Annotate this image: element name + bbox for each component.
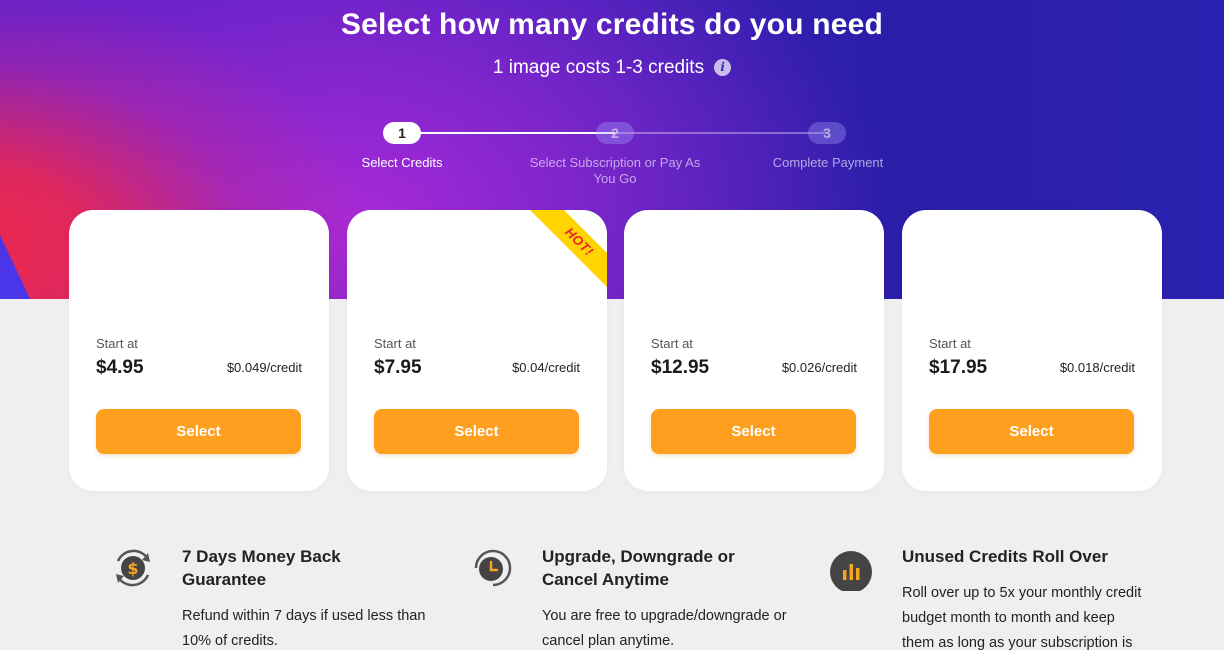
bar-chart-icon — [830, 545, 876, 593]
feature-title: 7 Days Money Back Guarantee — [182, 545, 422, 591]
price-per-credit: $0.026/credit — [781, 360, 857, 375]
plan-price: $7.95 — [374, 357, 422, 378]
clock-icon — [470, 545, 516, 591]
select-button[interactable]: Select — [374, 409, 579, 454]
credits-unit: Credits — [707, 259, 755, 276]
step-1-indicator: 1 — [383, 122, 421, 144]
plan-credits: 1000 Credits — [929, 246, 1049, 280]
plan-credits: 500 Credits — [651, 246, 755, 280]
info-icon[interactable]: i — [714, 59, 732, 76]
select-button[interactable]: Select — [96, 409, 301, 454]
start-at-label: Start at — [929, 336, 971, 351]
credits-amount: 500 — [651, 246, 702, 279]
svg-text:$: $ — [127, 559, 138, 578]
credits-amount: 200 — [374, 246, 425, 279]
start-at-label: Start at — [374, 336, 416, 351]
plan-credits: 200 Credits — [374, 246, 478, 280]
feature-text-line: them as long as your subscription is — [902, 635, 1133, 650]
stepper-progress — [402, 132, 615, 134]
plan-card-1000[interactable]: 1000 Credits Start at $17.95 $0.018/credi… — [902, 210, 1162, 491]
feature-title-line: Guarantee — [182, 570, 267, 589]
step-1-label: Select Credits — [361, 155, 443, 170]
select-button[interactable]: Select — [929, 409, 1134, 454]
step-3-indicator: 3 — [808, 122, 846, 144]
feature-title: Unused Credits Roll Over — [902, 545, 1142, 568]
start-at-label: Start at — [96, 336, 138, 351]
step-3-label: Complete Payment — [772, 155, 884, 170]
page-title: Select how many credits do you need — [340, 8, 884, 41]
feature-text-line: You are free to upgrade/downgrade or — [542, 608, 787, 624]
feature-title-line: 7 Days Money Back — [182, 547, 341, 566]
feature-text-line: budget month to month and keep — [902, 610, 1115, 626]
feature-title-line: Unused Credits Roll Over — [902, 547, 1108, 566]
credits-amount: 100 — [96, 246, 147, 279]
hero-decoration — [0, 235, 30, 299]
plan-price: $17.95 — [929, 357, 988, 378]
price-per-credit: $0.049/credit — [226, 360, 302, 375]
price-per-credit: $0.04/credit — [512, 360, 580, 375]
credits-unit: Credits — [152, 259, 200, 276]
credits-unit: Credits — [430, 259, 478, 276]
feature-text-line: 10% of credits. — [182, 633, 278, 649]
feature-title: Upgrade, Downgrade or Cancel Anytime — [542, 545, 782, 591]
credits-unit: Credits — [1001, 259, 1050, 276]
feature-description: Roll over up to 5x your monthly credit b… — [902, 581, 1162, 650]
feature-title-line: Cancel Anytime — [542, 570, 669, 589]
feature-text-line: Refund within 7 days if used less than — [182, 608, 426, 624]
page-subtitle: 1 image costs 1-3 credits i — [0, 57, 1224, 79]
subtitle-text: 1 image costs 1-3 credits — [492, 57, 705, 78]
plan-card-100[interactable]: 100 Credits Start at $4.95 $0.049/credit … — [69, 210, 329, 491]
feature-description: Refund within 7 days if used less than 1… — [182, 604, 442, 650]
select-button[interactable]: Select — [651, 409, 856, 454]
plan-price: $12.95 — [651, 357, 710, 378]
plan-price: $4.95 — [96, 357, 144, 378]
price-per-credit: $0.018/credit — [1059, 360, 1135, 375]
plan-credits: 100 Credits — [96, 246, 200, 280]
plan-card-200[interactable]: HOT! 200 Credits Start at $7.95 $0.04/cre… — [347, 210, 607, 491]
step-2-label: Select Subscription or Pay As You Go — [529, 155, 701, 186]
start-at-label: Start at — [651, 336, 693, 351]
plan-card-500[interactable]: 500 Credits Start at $12.95 $0.026/credit… — [624, 210, 884, 491]
money-back-icon: $ — [110, 545, 156, 591]
feature-description: You are free to upgrade/downgrade or can… — [542, 604, 802, 650]
feature-text-line: cancel plan anytime. — [542, 633, 675, 649]
step-2-indicator: 2 — [596, 122, 634, 144]
feature-text-line: Roll over up to 5x your monthly credit — [902, 585, 1142, 601]
credits-amount: 1000 — [929, 246, 996, 279]
feature-title-line: Upgrade, Downgrade or — [542, 547, 735, 566]
